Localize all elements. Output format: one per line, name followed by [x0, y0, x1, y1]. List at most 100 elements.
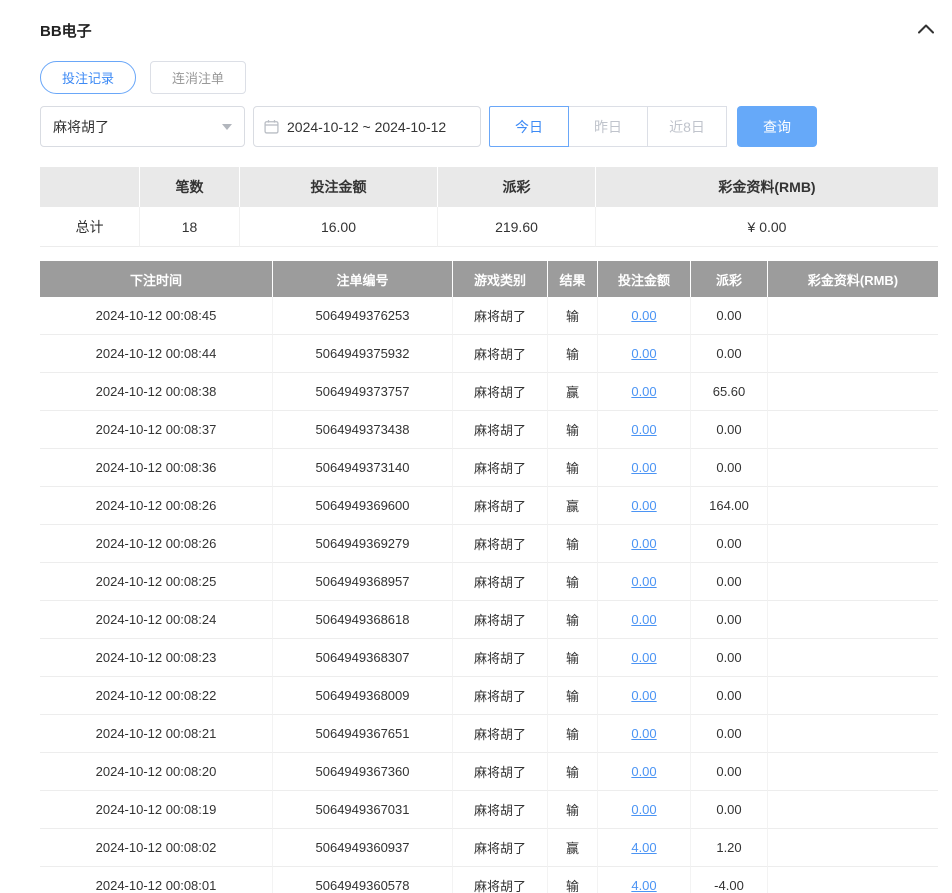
- bet-table-body: 2024-10-12 00:08:45 5064949376253 麻将胡了输 0.0…: [40, 297, 938, 893]
- collapse-panel-button[interactable]: [914, 19, 938, 41]
- bonus-cell: [768, 297, 938, 335]
- payout-cell: 0.00: [691, 411, 768, 449]
- order-id-cell: 5064949360578: [273, 867, 453, 893]
- column-header: 游戏类别: [453, 261, 548, 297]
- bet-amount-link[interactable]: 0.00: [631, 726, 656, 741]
- game-type-cell: 麻将胡了: [453, 791, 548, 829]
- bet-time-cell: 2024-10-12 00:08:26: [40, 525, 273, 563]
- bet-amount-link[interactable]: 0.00: [631, 802, 656, 817]
- result-cell: 赢: [548, 829, 598, 867]
- bet-time-cell: 2024-10-12 00:08:44: [40, 335, 273, 373]
- bonus-cell: [768, 753, 938, 791]
- result-cell: 输: [548, 297, 598, 335]
- game-type-cell: 麻将胡了: [453, 829, 548, 867]
- bet-amount-link[interactable]: 0.00: [631, 346, 656, 361]
- bet-time-cell: 2024-10-12 00:08:19: [40, 791, 273, 829]
- result-cell: 输: [548, 563, 598, 601]
- bet-amount-link[interactable]: 4.00: [631, 840, 656, 855]
- summary-header-row: 笔数 投注金额 派彩 彩金资料(RMB): [40, 167, 938, 207]
- bet-time-cell: 2024-10-12 00:08:25: [40, 563, 273, 601]
- bet-amount-link[interactable]: 0.00: [631, 574, 656, 589]
- calendar-icon: [264, 119, 287, 134]
- game-select[interactable]: 麻将胡了: [40, 106, 245, 147]
- table-row: 2024-10-12 00:08:22 5064949368009 麻将胡了输 0.0…: [40, 677, 938, 715]
- bonus-cell: [768, 677, 938, 715]
- bet-amount-link[interactable]: 4.00: [631, 878, 656, 893]
- panel-header: BB电子: [40, 0, 938, 40]
- order-id-cell: 5064949376253: [273, 297, 453, 335]
- result-cell: 赢: [548, 373, 598, 411]
- result-cell: 输: [548, 791, 598, 829]
- result-cell: 输: [548, 335, 598, 373]
- summary-bet-amount-value: 16.00: [240, 207, 438, 247]
- bet-amount-link[interactable]: 0.00: [631, 384, 656, 399]
- chevron-up-icon: [918, 21, 934, 39]
- payout-cell: 0.00: [691, 335, 768, 373]
- game-type-cell: 麻将胡了: [453, 867, 548, 893]
- payout-cell: 0.00: [691, 449, 768, 487]
- bonus-cell: [768, 487, 938, 525]
- table-row: 2024-10-12 00:08:38 5064949373757 麻将胡了赢 0.0…: [40, 373, 938, 411]
- bet-amount-cell: 0.00: [598, 715, 691, 753]
- bet-amount-link[interactable]: 0.00: [631, 308, 656, 323]
- table-row: 2024-10-12 00:08:45 5064949376253 麻将胡了输 0.0…: [40, 297, 938, 335]
- table-row: 2024-10-12 00:08:23 5064949368307 麻将胡了输 0.0…: [40, 639, 938, 677]
- bet-amount-link[interactable]: 0.00: [631, 536, 656, 551]
- bet-amount-link[interactable]: 0.00: [631, 422, 656, 437]
- payout-cell: 0.00: [691, 639, 768, 677]
- table-row: 2024-10-12 00:08:26 5064949369279 麻将胡了输 0.0…: [40, 525, 938, 563]
- bet-time-cell: 2024-10-12 00:08:38: [40, 373, 273, 411]
- bet-amount-link[interactable]: 0.00: [631, 460, 656, 475]
- order-id-cell: 5064949373438: [273, 411, 453, 449]
- bet-amount-cell: 4.00: [598, 829, 691, 867]
- payout-cell: -4.00: [691, 867, 768, 893]
- bet-time-cell: 2024-10-12 00:08:02: [40, 829, 273, 867]
- game-type-cell: 麻将胡了: [453, 373, 548, 411]
- summary-total-label: 总计: [40, 207, 140, 247]
- result-cell: 输: [548, 677, 598, 715]
- table-row: 2024-10-12 00:08:44 5064949375932 麻将胡了输 0.0…: [40, 335, 938, 373]
- yesterday-button[interactable]: 昨日: [568, 106, 648, 147]
- table-row: 2024-10-12 00:08:24 5064949368618 麻将胡了输 0.0…: [40, 601, 938, 639]
- payout-cell: 0.00: [691, 753, 768, 791]
- order-id-cell: 5064949369279: [273, 525, 453, 563]
- tab-bet-records[interactable]: 投注记录: [40, 61, 137, 94]
- game-type-cell: 麻将胡了: [453, 715, 548, 753]
- bet-table-header-row: 下注时间 注单编号 游戏类别 结果 投注金额 派彩 彩金资料(RMB): [40, 261, 938, 297]
- date-range-value: 2024-10-12 ~ 2024-10-12: [287, 118, 447, 135]
- bonus-cell: [768, 829, 938, 867]
- payout-cell: 0.00: [691, 791, 768, 829]
- bet-amount-cell: 0.00: [598, 487, 691, 525]
- bet-amount-cell: 0.00: [598, 335, 691, 373]
- bet-time-cell: 2024-10-12 00:08:21: [40, 715, 273, 753]
- date-range-input[interactable]: 2024-10-12 ~ 2024-10-12: [253, 106, 481, 147]
- bet-amount-link[interactable]: 0.00: [631, 612, 656, 627]
- payout-cell: 0.00: [691, 525, 768, 563]
- query-button[interactable]: 查询: [737, 106, 817, 147]
- tab-cancelled-orders[interactable]: 连消注单: [150, 61, 247, 94]
- bet-amount-cell: 0.00: [598, 373, 691, 411]
- summary-count-value: 18: [140, 207, 240, 247]
- summary-header-empty: [40, 167, 140, 207]
- payout-cell: 1.20: [691, 829, 768, 867]
- chevron-down-icon: [222, 123, 232, 130]
- bet-amount-cell: 0.00: [598, 297, 691, 335]
- table-row: 2024-10-12 00:08:01 5064949360578 麻将胡了输 4.0…: [40, 867, 938, 893]
- bet-amount-link[interactable]: 0.00: [631, 688, 656, 703]
- bonus-cell: [768, 601, 938, 639]
- order-id-cell: 5064949367651: [273, 715, 453, 753]
- bonus-cell: [768, 525, 938, 563]
- payout-cell: 0.00: [691, 563, 768, 601]
- last-8-days-button[interactable]: 近8日: [647, 106, 727, 147]
- game-type-cell: 麻将胡了: [453, 677, 548, 715]
- bet-amount-link[interactable]: 0.00: [631, 498, 656, 513]
- bet-amount-cell: 0.00: [598, 525, 691, 563]
- result-cell: 输: [548, 449, 598, 487]
- bet-amount-cell: 0.00: [598, 677, 691, 715]
- today-button[interactable]: 今日: [489, 106, 569, 147]
- result-cell: 输: [548, 411, 598, 449]
- bet-amount-cell: 0.00: [598, 449, 691, 487]
- bet-amount-link[interactable]: 0.00: [631, 764, 656, 779]
- bet-amount-link[interactable]: 0.00: [631, 650, 656, 665]
- order-id-cell: 5064949375932: [273, 335, 453, 373]
